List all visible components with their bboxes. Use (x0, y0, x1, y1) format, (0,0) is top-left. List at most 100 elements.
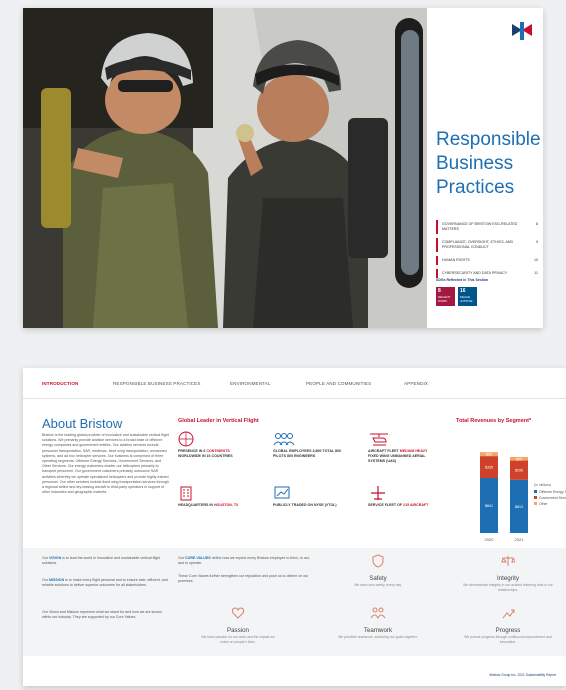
nav-tab-appendix[interactable]: APPENDIX (404, 381, 428, 386)
integrity-icon (501, 556, 517, 566)
mission-prefix: Our (42, 578, 49, 582)
toc-item[interactable]: GOVERNANCE OF BRISTOW ESG-RELATED MATTER… (436, 220, 538, 234)
vision-values-band: Our VISION is to lead the world in innov… (23, 548, 566, 656)
stat-text: FIXED WING UNMANNED AERIAL SYSTEMS (UAS) (368, 454, 426, 463)
section-title-line: Practices (436, 177, 515, 198)
legend-label: Offshore Energy Services (539, 490, 566, 494)
vision-statement: Our VISION is to lead the world in innov… (42, 556, 170, 566)
airplane-icon (368, 485, 438, 501)
stat-service-fleet: SERVICE FLEET OF 215 AIRCRAFT (368, 485, 438, 508)
nav-tab-environmental[interactable]: ENVIRONMENTAL (230, 381, 271, 386)
value-desc: We each own safety, every day. (354, 583, 402, 587)
value-name: Integrity (496, 575, 519, 582)
stat-text: HEADQUARTERS IN (178, 503, 214, 507)
stat-nyse: PUBLICLY TRADED ON NYSE (VTOL) (273, 485, 343, 508)
sdg-label: SDGs Reflected in This Section (436, 278, 489, 282)
value-name: Safety (369, 575, 387, 582)
sdg-16-icon: 16 PEACE JUSTICE (458, 287, 477, 306)
value-teamwork: Teamwork We prioritize teamwork, achievi… (338, 606, 418, 640)
stat-text: PUBLICLY TRADED ON NYSE (VTOL) (273, 503, 337, 507)
teamwork-icon (370, 607, 386, 620)
mission-key: MISSION (49, 578, 65, 582)
toc-item[interactable]: CYBERSECURITY AND DATA PRIVACY 11 (436, 269, 538, 278)
stat-highlight: MEDIUM HEAVY (399, 449, 428, 453)
core-values-key: CORE VALUES (185, 556, 211, 560)
sdg-number: 16 (460, 288, 466, 294)
nav-tab-people-communities[interactable]: PEOPLE AND COMMUNITIES (306, 381, 371, 386)
section-title-line: Responsible (436, 129, 541, 150)
progress-icon (502, 609, 515, 619)
x-tick-label: 2021 (515, 537, 525, 542)
toc-item-page: 10 (534, 258, 538, 262)
toc-item-label: CYBERSECURITY AND DATA PRIVACY (442, 271, 508, 275)
value-desc: We pursue progress through continuous im… (464, 635, 552, 644)
section-title-line: Business (436, 153, 514, 174)
global-leader-heading: Global Leader in Vertical Flight (178, 418, 259, 424)
stat-highlight: HOUSTON, TX (213, 503, 239, 507)
toc-item-page: 8 (536, 222, 538, 226)
bar-value-label: $55 (516, 457, 522, 461)
cover-photo-pilots (23, 8, 427, 328)
stat-text: WORLDWIDE IN 16 COUNTRIES (178, 454, 233, 458)
value-desc: We demonstrate integrity in our actions … (463, 583, 553, 592)
stat-highlight: 215 AIRCRAFT (403, 503, 429, 507)
bar-value-label: $841 (485, 504, 493, 508)
report-spread-about-bristow: INTRODUCTION RESPONSIBLE BUSINESS PRACTI… (23, 368, 566, 686)
value-name: Passion (226, 627, 249, 634)
page-title: About Bristow (42, 416, 123, 431)
core-values-intro: Our CORE VALUES define how we expect eve… (178, 556, 313, 566)
value-name: Progress (495, 627, 521, 634)
sdg-number: 8 (438, 288, 441, 294)
bristow-logo (512, 22, 532, 40)
core-values-note: These Core Values further strengthen our… (178, 574, 309, 584)
report-footer: Bristow Group Inc. 2021 Sustainability R… (489, 673, 556, 677)
legend-title: (in millions) (534, 483, 551, 487)
sdg-title: DECENT WORK (438, 295, 451, 303)
helicopter-icon (368, 431, 438, 447)
value-integrity: Integrity We demonstrate integrity in ou… (463, 554, 553, 592)
pilots-photo-illustration (23, 8, 427, 328)
toc-item-label: GOVERNANCE OF BRISTOW ESG-RELATED MATTER… (442, 222, 518, 231)
nav-tab-responsible-business[interactable]: RESPONSIBLE BUSINESS PRACTICES (113, 381, 201, 386)
value-name: Teamwork (363, 627, 393, 634)
safety-icon (372, 554, 384, 568)
vision-mission-note: Our Vision and Mission represent what we… (42, 610, 162, 620)
stock-chart-icon (273, 485, 343, 501)
stat-text: PRESENCE IN 6 (178, 449, 207, 453)
bar-value-label: $295 (515, 469, 523, 473)
toc-item[interactable]: COMPLIANCE, OVERSIGHT, ETHICS, AND PROFE… (436, 238, 538, 252)
legend-label: Other (539, 502, 548, 506)
stat-text: SERVICE FLEET OF (368, 503, 404, 507)
legend-swatch (534, 502, 537, 505)
sdg-8-icon: 8 DECENT WORK (436, 287, 455, 306)
stat-headquarters: HEADQUARTERS IN HOUSTON, TX (178, 485, 248, 508)
toc-item[interactable]: HUMAN RIGHTS 10 (436, 256, 538, 265)
bar-value-label: $813 (515, 505, 523, 509)
toc-item-page: 11 (534, 271, 538, 275)
nav-tab-introduction[interactable]: INTRODUCTION (42, 381, 78, 386)
section-toc: GOVERNANCE OF BRISTOW ESG-RELATED MATTER… (436, 220, 538, 282)
legend-swatch (534, 496, 537, 499)
stat-text: AIRCRAFT FLEET (368, 449, 400, 453)
report-spread-responsible-business: Responsible Business Practices GOVERNANC… (23, 8, 543, 328)
core-values-prefix: Our (178, 556, 185, 560)
stat-highlight: CONTINENTS (206, 449, 230, 453)
bar-value-label: $335 (485, 466, 493, 470)
bar-value-label: $60 (486, 453, 492, 457)
mission-statement: Our MISSION is to make every flight pers… (42, 578, 170, 588)
stat-text: GLOBAL EMPLOYEES 3,800 TOTAL 800 PILOTS … (273, 449, 342, 458)
about-paragraph: Bristow is the leading global provider o… (42, 433, 169, 495)
building-icon (178, 485, 248, 501)
value-desc: We prioritize teamwork, achieving our go… (338, 635, 418, 639)
report-nav: INTRODUCTION RESPONSIBLE BUSINESS PRACTI… (23, 368, 566, 399)
section-title: Responsible Business Practices (436, 128, 541, 200)
toc-item-page: 9 (536, 240, 538, 244)
value-progress: Progress We pursue progress through cont… (463, 606, 553, 644)
vision-key: VISION (49, 556, 62, 560)
passion-icon (231, 607, 245, 619)
revenue-chart: $841 $335 $60 2020 $813 $295 $55 2021 (in millio… (480, 452, 566, 542)
value-safety: Safety We each own safety, every day. (338, 554, 418, 588)
globe-icon (178, 431, 248, 447)
value-passion: Passion We have passion for our work and… (198, 606, 278, 644)
toc-item-label: COMPLIANCE, OVERSIGHT, ETHICS, AND PROFE… (442, 240, 514, 249)
